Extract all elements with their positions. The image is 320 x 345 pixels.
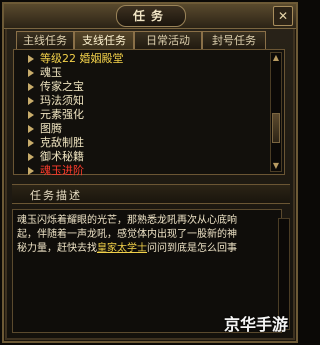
- tab-main-quest[interactable]: 主线任务: [16, 31, 74, 49]
- close-icon[interactable]: ✕: [273, 6, 293, 26]
- list-item[interactable]: 等级22 婚姻殿堂: [28, 52, 124, 66]
- task-list-scrollbar[interactable]: ▲ ▼: [270, 52, 282, 172]
- triangle-icon: [28, 167, 34, 175]
- triangle-icon: [28, 97, 34, 105]
- list-item[interactable]: 玛法须知: [28, 94, 84, 108]
- triangle-icon: [28, 83, 34, 91]
- scroll-up-icon[interactable]: ▲: [271, 53, 281, 63]
- list-item[interactable]: 魂玉: [28, 66, 62, 80]
- task-label: 御术秘籍: [40, 150, 84, 163]
- task-label: 玛法须知: [40, 94, 84, 107]
- task-label: 魂玉进阶: [40, 164, 84, 177]
- description-line-3b: 问问到底是怎么回事: [147, 243, 237, 254]
- scroll-down-icon[interactable]: ▼: [271, 161, 281, 171]
- list-item[interactable]: 克敌制胜: [28, 136, 84, 150]
- triangle-icon: [28, 153, 34, 161]
- task-label: 等级22 婚姻殿堂: [40, 52, 124, 65]
- description-line-3a: 秘力量，赶快去找: [17, 243, 97, 254]
- scroll-thumb[interactable]: [272, 113, 280, 143]
- list-item[interactable]: 御术秘籍: [28, 150, 84, 164]
- tab-daily-activity[interactable]: 日常活动: [134, 31, 202, 49]
- tab-bar: 主线任务 支线任务 日常活动 封号任务: [16, 31, 286, 49]
- triangle-icon: [28, 125, 34, 133]
- list-item[interactable]: 元素强化: [28, 108, 84, 122]
- task-list: 等级22 婚姻殿堂 魂玉 传家之宝 玛法须知 元素强化 图腾 克敌制胜 御术秘籍…: [13, 49, 285, 178]
- triangle-icon: [28, 55, 34, 63]
- description-line-1: 魂玉闪烁着耀眼的光芒，那熟悉龙吼再次从心底响: [17, 215, 237, 226]
- tab-title-quest[interactable]: 封号任务: [202, 31, 266, 49]
- list-item[interactable]: 图腾: [28, 122, 62, 136]
- task-label: 传家之宝: [40, 80, 84, 93]
- window-titlebar: 任务 ✕: [4, 4, 296, 29]
- task-label: 元素强化: [40, 108, 84, 121]
- watermark: 京华手游: [223, 315, 288, 334]
- description-text: 魂玉闪烁着耀眼的光芒，那熟悉龙吼再次从心底响 起，伴随着一声龙吼，感觉体内出现了…: [17, 214, 282, 256]
- task-window: 任务 ✕ 主线任务 支线任务 日常活动 封号任务 等级22 婚姻殿堂 魂玉 传家…: [2, 2, 298, 343]
- description-title: 任务描述: [30, 189, 82, 202]
- list-item[interactable]: 传家之宝: [28, 80, 84, 94]
- description-line-2: 起，伴随着一声龙吼，感觉体内出现了一股新的神: [17, 229, 237, 240]
- tab-side-quest[interactable]: 支线任务: [74, 31, 134, 49]
- task-label: 克敌制胜: [40, 136, 84, 149]
- triangle-icon: [28, 139, 34, 147]
- triangle-icon: [28, 111, 34, 119]
- triangle-icon: [28, 69, 34, 77]
- npc-link[interactable]: 皇家太学士: [97, 243, 147, 254]
- description-line-3: 秘力量，赶快去找皇家太学士问问到底是怎么回事: [17, 242, 282, 256]
- task-label: 魂玉: [40, 66, 62, 79]
- description-header: 任务描述: [12, 184, 290, 204]
- task-label: 图腾: [40, 122, 62, 135]
- window-title: 任务: [132, 9, 169, 23]
- list-item[interactable]: 魂玉进阶: [28, 164, 84, 178]
